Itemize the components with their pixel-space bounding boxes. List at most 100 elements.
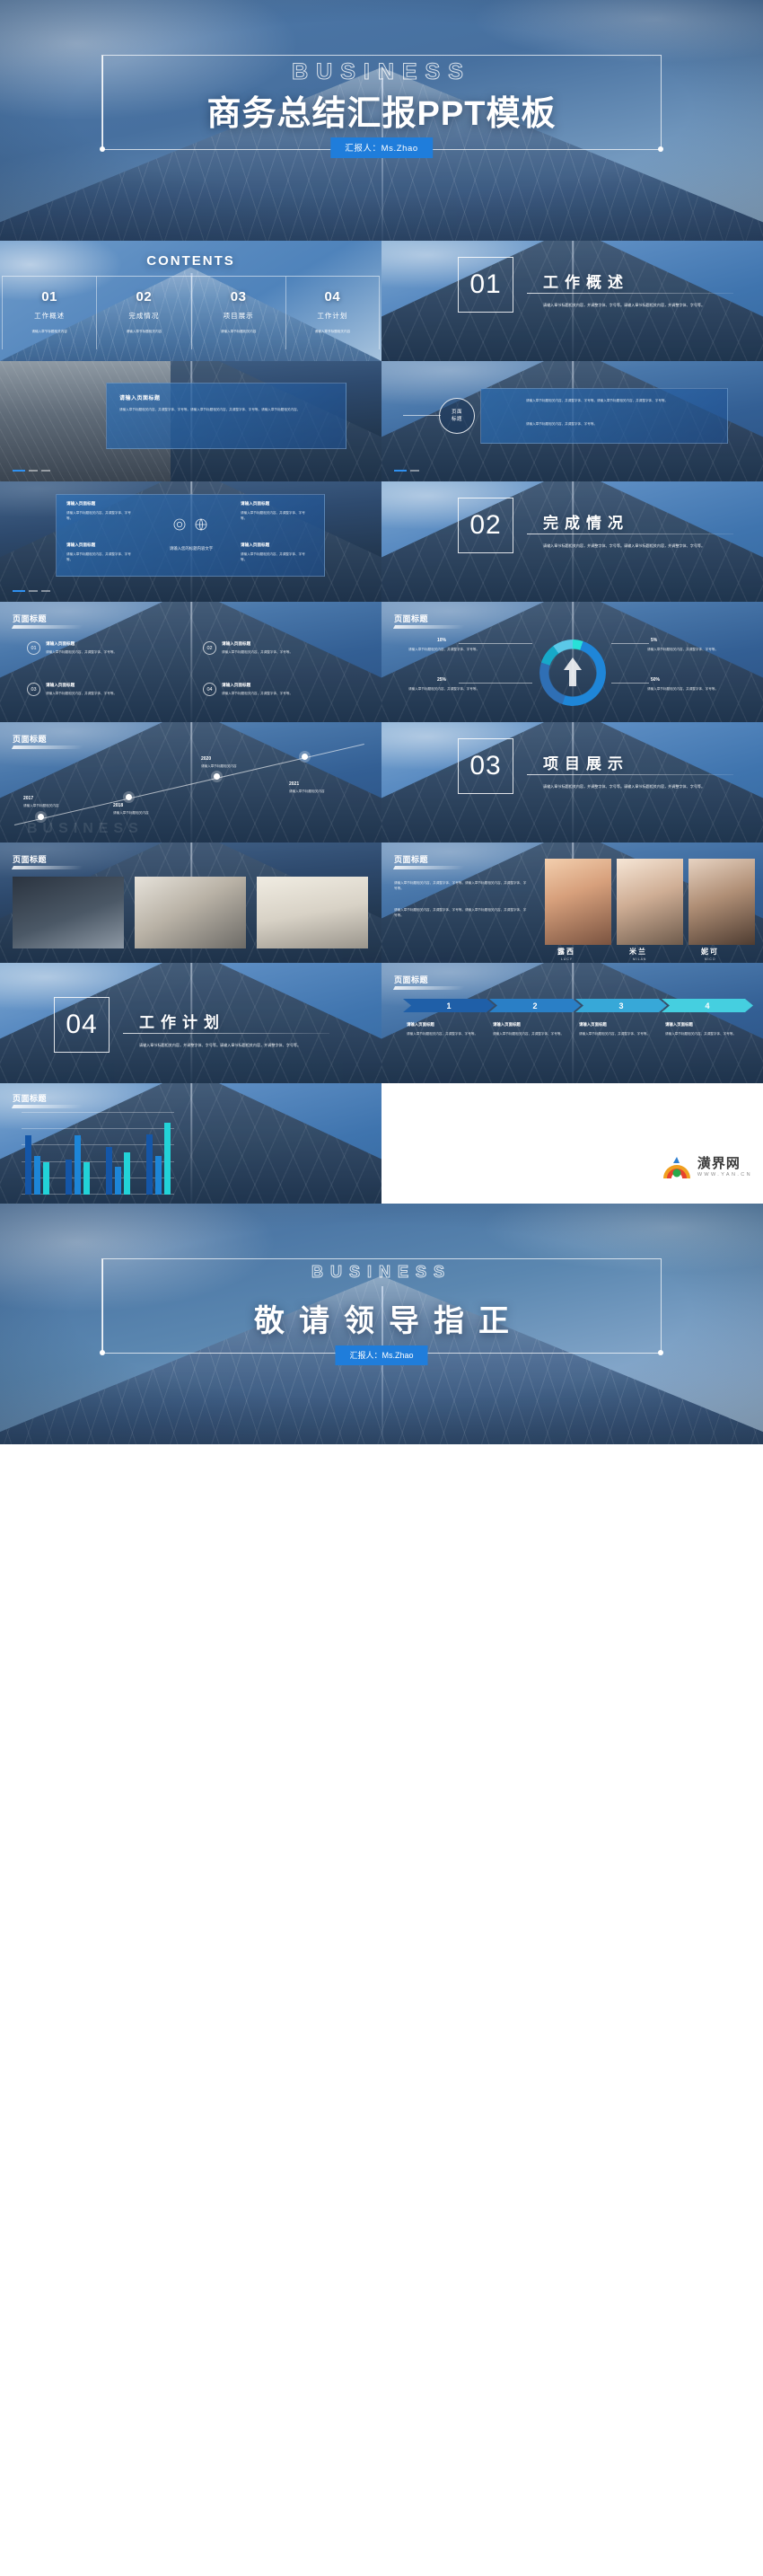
contents-item-sub: 请输入章节标题相关内容 [31,330,67,333]
pager-dot-active[interactable] [13,590,25,592]
step-label: 请输入页面标题 [407,1022,434,1027]
step-number: 1 [446,1001,452,1010]
page-title-text: 页面标题 [13,855,48,864]
team-photo-1[interactable] [545,859,611,945]
contents-item-number: 01 [41,289,57,304]
slide-pager[interactable] [13,590,50,592]
contents-item-04[interactable]: 04 工作计划 请输入章节标题相关内容 [285,277,380,349]
pct-label-25: 25% [437,677,447,683]
bar [34,1156,40,1195]
gallery-image-1[interactable] [13,877,124,948]
ending-reporter-badge: 汇报人：Ms.Zhao [335,1345,428,1365]
item-body: 请输入章节标题相关内容，并调整字体、字号等。 [46,692,118,695]
step-arrow-4[interactable]: 4 [662,999,753,1012]
grid-item-02[interactable]: 02 请输入页面标题 请输入章节标题相关内容，并调整字体、字号等。 [203,641,338,655]
leader-line [459,683,532,684]
timeline-node-2[interactable] [126,794,132,800]
item-body: 请输入章节标题相关内容，并调整字体、字号等。 [46,650,118,654]
step-body: 请输入章节标题相关内容，并调整字体、字号等。 [579,1032,651,1036]
page-title: 页面标题 [11,853,84,869]
section-number-box: 03 [458,738,513,794]
step-arrow-3[interactable]: 3 [575,999,667,1012]
card-1[interactable]: 请输入页面标题 请输入章节标题相关内容，并调整字体、字号等。 [66,501,136,521]
slide-timeline: 页面标题 2017 请输入章节标题相关内容 2018 请输入章节标题相关内容 2… [0,722,382,842]
pct-desc-50: 请输入章节标题相关内容，并调整字体、字号等。 [647,687,719,691]
step-number: 4 [705,1001,710,1010]
card-4[interactable]: 请输入页面标题 请输入章节标题相关内容，并调整字体、字号等。 [241,543,311,562]
slide-arrow-steps: 页面标题 1 2 3 4 请输入页面标题 请输入章节标题相关内容，并调整字体、字… [382,963,763,1083]
team-photo-2[interactable] [617,859,683,945]
team-role-1: LUCY [561,957,574,961]
tower-seam [572,241,574,361]
cover-eyebrow: BUSINESS [292,59,471,85]
circle-line-2: 标题 [451,417,462,422]
item-number: 01 [27,641,40,655]
tower-seam [572,722,574,842]
pager-dot-active[interactable] [13,470,25,472]
page-title-circle[interactable]: 页面 标题 [439,398,475,434]
pager-dot[interactable] [29,590,38,592]
contents-item-03[interactable]: 03 项目展示 请输入章节标题相关内容 [190,277,285,349]
grid-item-04[interactable]: 04 请输入页面标题 请输入章节标题相关内容，并调整字体、字号等。 [203,683,338,696]
panel-body: 请输入章节标题相关内容，并调整字体、字号等。请输入章节标题相关内容，并调整字体、… [526,399,669,402]
target-icon [173,518,186,531]
pager-dot[interactable] [41,590,50,592]
pager-dot[interactable] [41,470,50,472]
slide-section-03: 03 项目展示 请输入章节标题相关内容，并调整字体、字号等。请输入章节标题相关内… [382,722,763,842]
card-title: 请输入页面标题 [66,543,96,547]
page-title: 页面标题 [392,974,466,990]
contents-item-02[interactable]: 02 完成情况 请输入章节标题相关内容 [96,277,190,349]
panel-body-2: 请输入章节标题相关内容，并调整字体、字号等。 [526,422,598,426]
item-title: 请输入页面标题 [222,683,251,687]
card-2[interactable]: 请输入页面标题 请输入章节标题相关内容，并调整字体、字号等。 [241,501,311,521]
card-body: 请输入章节标题相关内容，并调整字体、字号等。 [241,511,305,521]
contents-item-label: 工作计划 [317,312,348,320]
timeline-text-2020: 请输入章节标题相关内容 [201,764,237,768]
page-title: 页面标题 [392,613,466,629]
bar [164,1122,171,1195]
bar [106,1147,112,1195]
grid-item-03[interactable]: 03 请输入页面标题 请输入章节标题相关内容，并调整字体、字号等。 [27,683,162,696]
step-label: 请输入页面标题 [665,1022,693,1027]
timeline-node-3[interactable] [214,773,220,780]
team-photo-3[interactable] [688,859,755,945]
pager-dot[interactable] [29,470,38,472]
frame-dot-right [658,146,663,152]
slide-pager[interactable] [394,470,419,472]
step-arrow-2[interactable]: 2 [489,999,581,1012]
step-body: 请输入章节标题相关内容，并调整字体、字号等。 [493,1032,565,1036]
contents-item-01[interactable]: 01 工作概述 请输入章节标题相关内容 [2,277,96,349]
section-title: 工作概述 [543,274,629,291]
pct-label-10: 10% [437,638,447,643]
title-underline [11,1105,84,1108]
timeline-node-1[interactable] [38,814,44,820]
step-arrow-1[interactable]: 1 [403,999,495,1012]
page-title-text: 页面标题 [13,614,48,623]
section-description: 请输入章节标题相关内容，并调整字体、字号等。请输入章节标题相关内容，并调整字体、… [543,543,706,548]
gallery-image-2[interactable] [135,877,246,948]
timeline-node-4[interactable] [302,754,308,760]
leader-line [611,683,649,684]
item-title: 请输入页面标题 [46,641,75,646]
title-underline [11,745,84,749]
pager-dot[interactable] [410,470,419,472]
tower-seam [190,722,192,842]
card-title: 请输入页面标题 [241,543,270,547]
watermark-name: 潢界网 [697,1156,741,1172]
section-background [382,241,763,361]
item-title: 请输入页面标题 [46,683,75,687]
bar-group [146,1122,171,1195]
pct-label-5: 5% [651,638,658,643]
ppt-template-preview: BUSINESS 商务总结汇报PPT模板 汇报人：Ms.Zhao CONTENT… [0,0,763,2576]
team-body-2: 请输入章节标题相关内容，并调整字体、字号等。请输入章节标题相关内容，并调整字体、… [394,908,527,918]
slide-pager[interactable] [13,470,50,472]
card-3[interactable]: 请输入页面标题 请输入章节标题相关内容，并调整字体、字号等。 [66,543,136,562]
team-name-2: 米兰 [629,948,647,956]
section-description: 请输入章节标题相关内容，并调整字体、字号等。请输入章节标题相关内容，并调整字体、… [543,784,706,789]
grid-item-01[interactable]: 01 请输入页面标题 请输入章节标题相关内容，并调整字体、字号等。 [27,641,162,655]
contents-item-label: 完成情况 [128,312,160,320]
section-title: 项目展示 [543,755,629,772]
gallery-image-3[interactable] [257,877,368,948]
card-body: 请输入章节标题相关内容，并调整字体、字号等。 [66,511,131,521]
pager-dot-active[interactable] [394,470,407,472]
